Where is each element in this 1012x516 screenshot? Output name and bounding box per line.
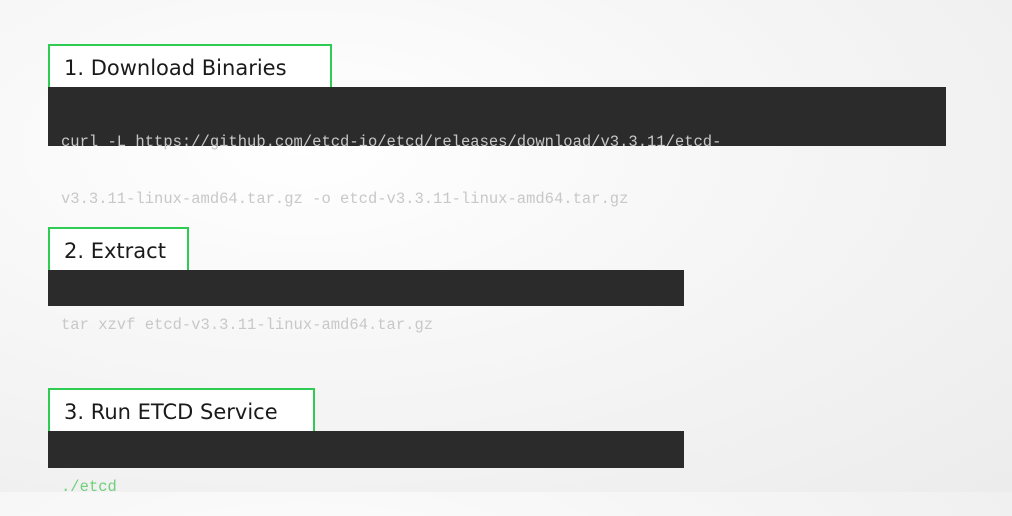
step-3-code-block[interactable]: ./etcd — [48, 431, 684, 496]
step-2-code-line: tar xzvf etcd-v3.3.11-linux-amd64.tar.gz — [61, 316, 434, 334]
step-1-code-block[interactable]: curl -L https://github.com/etcd-io/etcd/… — [48, 87, 946, 208]
step-3-code-line: ./etcd — [61, 478, 117, 496]
step-2-title: 2. Extract — [48, 227, 189, 270]
step-1-code-line: curl -L https://github.com/etcd-io/etcd/… — [61, 133, 722, 151]
step-1-title: 1. Download Binaries — [48, 44, 332, 87]
step-3-title: 3. Run ETCD Service — [48, 388, 315, 431]
step-2-code-block[interactable]: tar xzvf etcd-v3.3.11-linux-amd64.tar.gz — [48, 270, 684, 334]
step-1-code-line: v3.3.11-linux-amd64.tar.gz -o etcd-v3.3.… — [61, 190, 629, 208]
